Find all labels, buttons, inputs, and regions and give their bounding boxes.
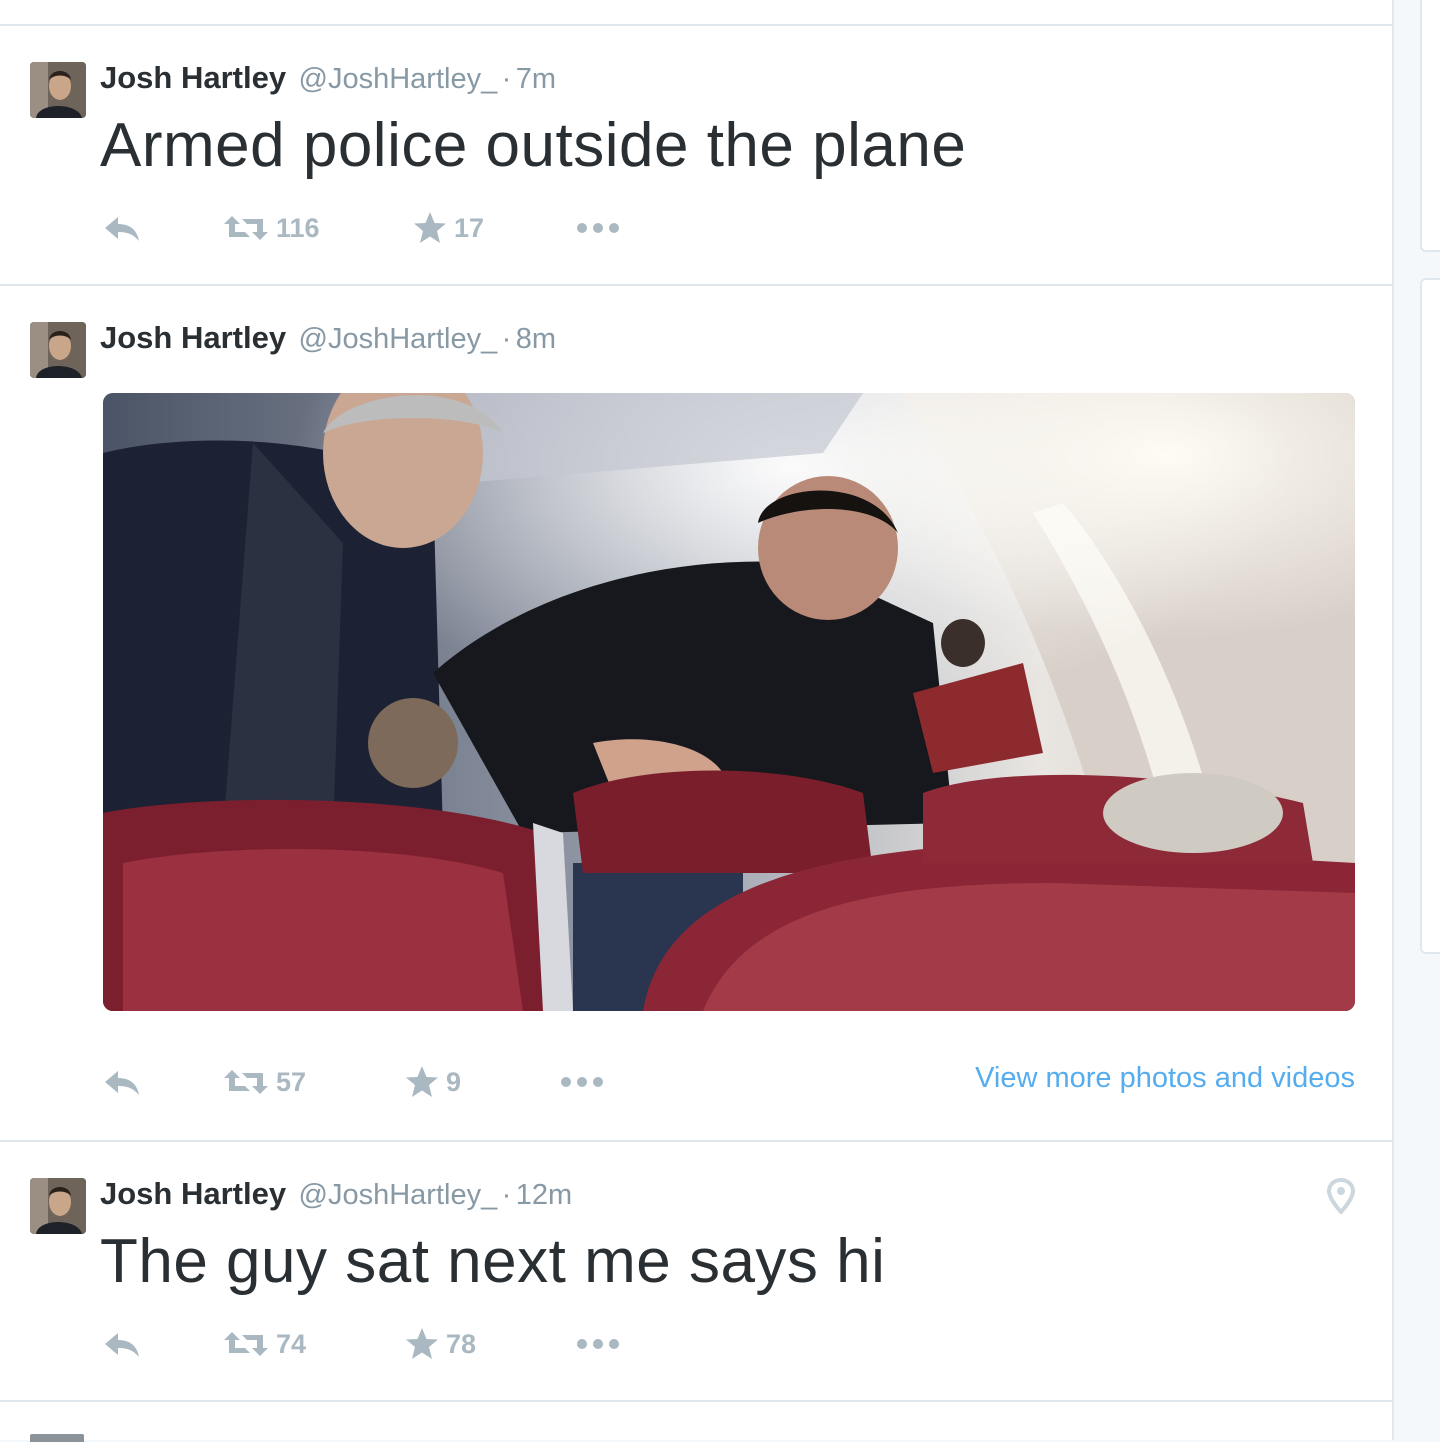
star-icon <box>404 1065 440 1099</box>
header-separator: · <box>501 1179 512 1211</box>
sidebar-card <box>1420 0 1440 252</box>
tweet-text: The guy sat next me says hi <box>100 1227 886 1296</box>
author-name[interactable]: Josh Hartley <box>100 60 286 95</box>
favorite-count: 78 <box>446 1328 477 1359</box>
more-icon <box>574 1334 622 1354</box>
author-name[interactable]: Josh Hartley <box>100 1176 286 1211</box>
tweet[interactable]: Josh Hartley @JoshHartley_ · 8m 57 9 Vie… <box>0 286 1392 1142</box>
favorite-count: 9 <box>446 1066 462 1097</box>
retweet-button[interactable]: 116 <box>222 208 320 248</box>
view-more-media-link[interactable]: View more photos and videos <box>975 1062 1355 1095</box>
avatar[interactable] <box>30 1178 86 1234</box>
next-tweet-stub <box>0 1402 1392 1442</box>
tweet-text: Armed police outside the plane <box>100 111 967 180</box>
retweet-count: 116 <box>276 212 320 243</box>
star-icon <box>412 211 448 245</box>
retweet-count: 57 <box>276 1066 307 1097</box>
author-handle[interactable]: @JoshHartley_ <box>299 323 498 355</box>
favorite-button[interactable]: 9 <box>404 1062 461 1102</box>
header-separator: · <box>501 63 512 95</box>
retweet-count: 74 <box>276 1328 307 1359</box>
reply-icon <box>102 213 142 243</box>
tweet-timestamp[interactable]: 7m <box>516 63 556 95</box>
tweet-header: Josh Hartley @JoshHartley_ · 8m <box>100 320 556 356</box>
more-button[interactable] <box>574 208 622 248</box>
retweet-icon <box>222 1329 270 1359</box>
right-sidebar <box>1394 0 1440 1440</box>
more-button[interactable] <box>558 1062 606 1102</box>
reply-button[interactable] <box>102 208 142 248</box>
favorite-count: 17 <box>454 212 485 243</box>
tweet-timestamp[interactable]: 12m <box>516 1179 572 1211</box>
tweet-actions: 74 78 <box>100 1324 660 1364</box>
retweet-button[interactable]: 57 <box>222 1062 306 1102</box>
sidebar-card <box>1420 278 1440 954</box>
avatar[interactable] <box>30 62 86 118</box>
avatar[interactable] <box>30 322 86 378</box>
header-separator: · <box>501 323 512 355</box>
author-handle[interactable]: @JoshHartley_ <box>299 1179 498 1211</box>
reply-button[interactable] <box>102 1062 142 1102</box>
more-icon <box>574 218 622 238</box>
tweet-actions: 116 17 <box>100 208 660 248</box>
location-pin-icon[interactable] <box>1326 1177 1356 1219</box>
more-button[interactable] <box>574 1324 622 1364</box>
tweet-timestamp[interactable]: 8m <box>516 323 556 355</box>
tweet-actions: 57 9 <box>100 1062 660 1102</box>
more-icon <box>558 1072 606 1092</box>
retweet-button[interactable]: 74 <box>222 1324 306 1364</box>
tweet-header: Josh Hartley @JoshHartley_ · 12m <box>100 1176 572 1212</box>
star-icon <box>404 1327 440 1361</box>
tweet-header: Josh Hartley @JoshHartley_ · 7m <box>100 60 556 96</box>
retweet-icon <box>222 1067 270 1097</box>
timeline: Josh Hartley @JoshHartley_ · 7m Armed po… <box>0 0 1394 1442</box>
favorite-button[interactable]: 78 <box>404 1324 476 1364</box>
reply-icon <box>102 1067 142 1097</box>
author-handle[interactable]: @JoshHartley_ <box>299 63 498 95</box>
previous-tweet-stub <box>0 0 1392 26</box>
tweet[interactable]: Josh Hartley @JoshHartley_ · 12m The guy… <box>0 1142 1392 1402</box>
author-name[interactable]: Josh Hartley <box>100 320 286 355</box>
retweet-icon <box>222 213 270 243</box>
favorite-button[interactable]: 17 <box>412 208 484 248</box>
tweet-photo[interactable] <box>103 393 1355 1011</box>
reply-button[interactable] <box>102 1324 142 1364</box>
avatar[interactable] <box>30 1434 84 1442</box>
tweet[interactable]: Josh Hartley @JoshHartley_ · 7m Armed po… <box>0 26 1392 286</box>
reply-icon <box>102 1329 142 1359</box>
